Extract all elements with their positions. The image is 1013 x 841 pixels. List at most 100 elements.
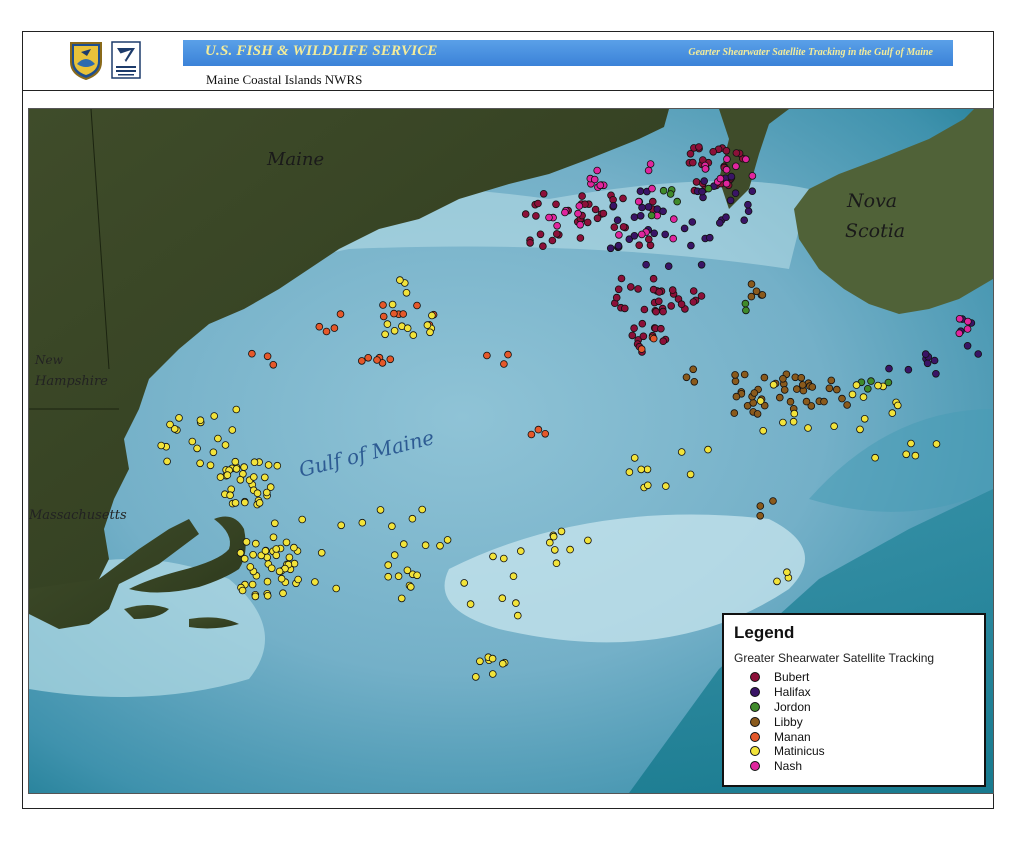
tracking-point: [423, 321, 432, 329]
fws-shield-icon: [70, 42, 102, 80]
tracking-point: [390, 309, 398, 318]
tracking-point: [756, 511, 764, 520]
tracking-point: [715, 219, 724, 227]
tracking-point: [649, 274, 658, 283]
tracking-point: [443, 536, 452, 544]
legend-label: Matinicus: [774, 744, 825, 759]
tracking-point: [534, 199, 542, 208]
tracking-point: [635, 241, 643, 250]
tracking-point: [500, 360, 508, 368]
tracking-point: [409, 331, 418, 339]
tracking-point: [859, 393, 868, 401]
tracking-point: [963, 325, 972, 333]
tracking-point: [709, 147, 717, 156]
tracking-point: [747, 292, 756, 301]
tracking-point: [666, 190, 675, 198]
tracking-point: [722, 179, 731, 188]
tracking-point: [825, 384, 834, 393]
tracking-point: [250, 473, 258, 481]
legend-label: Halifax: [774, 685, 811, 700]
refuge-name: Maine Coastal Islands NWRS: [206, 72, 363, 87]
tracking-point: [578, 192, 586, 200]
tracking-point: [740, 370, 749, 379]
tracking-point: [626, 283, 635, 291]
tracking-point: [408, 514, 417, 523]
label-maine: Maine: [266, 149, 324, 170]
label-nova-scotia-2: Scotia: [845, 220, 905, 242]
legend-subtitle: Greater Shearwater Satellite Tracking: [734, 651, 935, 665]
tracking-point: [673, 197, 681, 206]
tracking-point: [620, 304, 629, 313]
legend-swatch: [750, 761, 760, 772]
tracking-point: [775, 393, 784, 402]
legend-label: Jordon: [774, 699, 811, 714]
tracking-point: [426, 328, 434, 337]
tracking-point: [790, 409, 799, 418]
tracking-point: [471, 673, 480, 681]
tracking-point: [512, 599, 520, 607]
tracking-point: [381, 330, 389, 339]
map-frame: U.S. FISH & WILDLIFE SERVICE Gearter She…: [22, 31, 994, 809]
tracking-point: [576, 221, 584, 229]
tracking-point: [644, 235, 653, 243]
tracking-point: [923, 359, 932, 368]
tracking-point: [606, 244, 615, 253]
tracking-point: [848, 390, 857, 399]
legend-swatch: [750, 687, 760, 698]
legend-item: Bubert: [736, 670, 974, 685]
tracking-point: [634, 197, 643, 206]
tracking-point: [250, 458, 259, 467]
tracking-point: [932, 369, 940, 378]
tracking-point: [689, 298, 698, 306]
tracking-point: [552, 230, 561, 238]
legend-swatch: [750, 701, 760, 712]
tracking-point: [742, 155, 750, 163]
tracking-point: [403, 324, 412, 333]
tracking-point: [269, 533, 278, 542]
tracking-point: [285, 553, 294, 562]
tracking-point: [394, 572, 403, 581]
tracking-point: [659, 307, 667, 316]
tracking-point: [856, 425, 864, 434]
tracking-point: [701, 165, 710, 173]
legend-item: Libby: [736, 714, 974, 729]
tracking-point: [722, 165, 731, 174]
tracking-point: [275, 567, 284, 576]
tracking-point: [753, 410, 762, 418]
tracking-point: [476, 657, 484, 666]
tracking-point: [697, 261, 706, 269]
tracking-point: [388, 522, 396, 531]
tracking-point: [609, 202, 618, 210]
tracking-point: [499, 554, 508, 563]
tracking-point: [209, 448, 218, 457]
tracking-point: [698, 187, 706, 196]
tracking-point: [553, 222, 561, 230]
tracking-point: [643, 465, 652, 474]
tracking-point: [386, 355, 395, 364]
tracking-point: [974, 350, 982, 358]
tracking-point: [646, 160, 655, 168]
tracking-point: [752, 287, 761, 296]
tracking-point: [963, 342, 972, 350]
tracking-point: [630, 454, 639, 462]
legend-swatch: [750, 731, 760, 742]
tracking-point: [539, 242, 547, 251]
tracking-point: [732, 162, 740, 171]
tracking-point: [723, 155, 731, 163]
tracking-point: [413, 301, 421, 310]
tracking-point: [166, 420, 174, 429]
tracking-point: [874, 381, 882, 390]
tracking-point: [384, 572, 393, 581]
tracking-point: [206, 461, 215, 470]
tracking-point: [731, 371, 739, 379]
tracking-point: [907, 439, 915, 448]
tracking-point: [689, 287, 698, 295]
tracking-point: [591, 205, 600, 214]
tracking-point: [298, 515, 307, 524]
tracking-point: [664, 262, 673, 271]
header: U.S. FISH & WILDLIFE SERVICE Gearter She…: [23, 32, 993, 91]
tracking-point: [566, 545, 574, 554]
tracking-point: [593, 166, 601, 175]
tracking-point: [750, 389, 759, 397]
tracking-point: [223, 471, 232, 479]
